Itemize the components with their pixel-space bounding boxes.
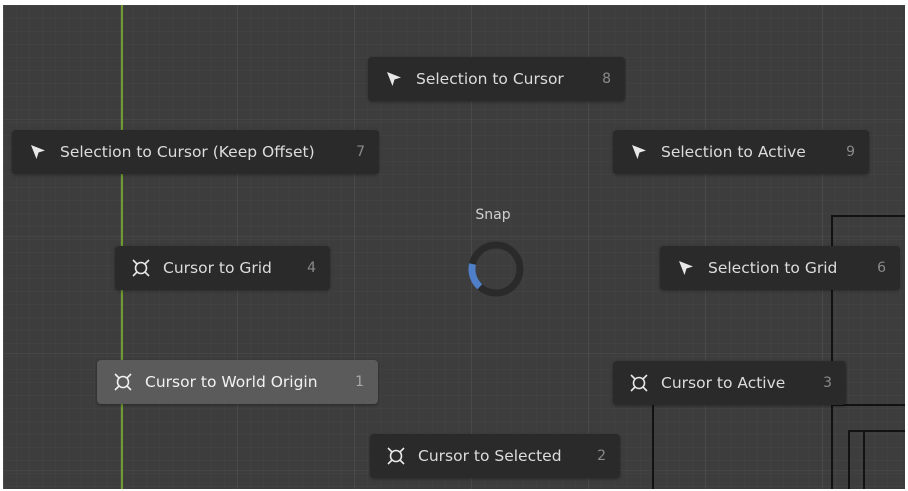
cursor-arrow-icon [629, 142, 649, 162]
pie-direction-ring [468, 241, 524, 297]
pie-item-label: Cursor to Active [661, 374, 786, 392]
3d-cursor-icon [131, 258, 151, 278]
pie-item-hotkey: 1 [355, 374, 364, 390]
cursor-arrow-icon [28, 142, 48, 162]
pie-item-hotkey: 8 [602, 71, 611, 87]
3d-viewport[interactable]: Snap Selection to Cursor 8 Selection to … [3, 5, 905, 489]
pie-item-hotkey: 9 [846, 144, 855, 160]
pie-menu-title: Snap [475, 207, 511, 223]
pie-item-hotkey: 2 [597, 448, 606, 464]
3d-cursor-icon [113, 372, 133, 392]
pie-item-hotkey: 4 [307, 260, 316, 276]
pie-item-cursor-to-selected[interactable]: Cursor to Selected 2 [370, 434, 620, 478]
pie-item-hotkey: 3 [823, 375, 832, 391]
pie-item-selection-to-grid[interactable]: Selection to Grid 6 [660, 246, 900, 290]
pie-item-selection-to-cursor[interactable]: Selection to Cursor 8 [368, 57, 625, 101]
pie-item-label: Selection to Cursor (Keep Offset) [60, 143, 315, 161]
pie-item-label: Selection to Active [661, 143, 806, 161]
3d-cursor-icon [386, 446, 406, 466]
pie-item-label: Cursor to Selected [418, 447, 562, 465]
pie-item-hotkey: 7 [356, 144, 365, 160]
pie-item-hotkey: 6 [877, 260, 886, 276]
pie-item-cursor-to-grid[interactable]: Cursor to Grid 4 [115, 246, 330, 290]
pie-item-cursor-to-world-origin[interactable]: Cursor to World Origin 1 [97, 360, 378, 404]
cursor-arrow-icon [384, 69, 404, 89]
pie-item-label: Selection to Grid [708, 259, 838, 277]
pie-item-label: Cursor to Grid [163, 259, 272, 277]
3d-cursor-icon [629, 373, 649, 393]
pie-item-label: Cursor to World Origin [145, 373, 318, 391]
pie-item-label: Selection to Cursor [416, 70, 564, 88]
cursor-arrow-icon [676, 258, 696, 278]
pie-item-selection-to-cursor-keep-offset[interactable]: Selection to Cursor (Keep Offset) 7 [12, 130, 379, 174]
pie-item-selection-to-active[interactable]: Selection to Active 9 [613, 130, 869, 174]
pie-item-cursor-to-active[interactable]: Cursor to Active 3 [613, 361, 846, 405]
